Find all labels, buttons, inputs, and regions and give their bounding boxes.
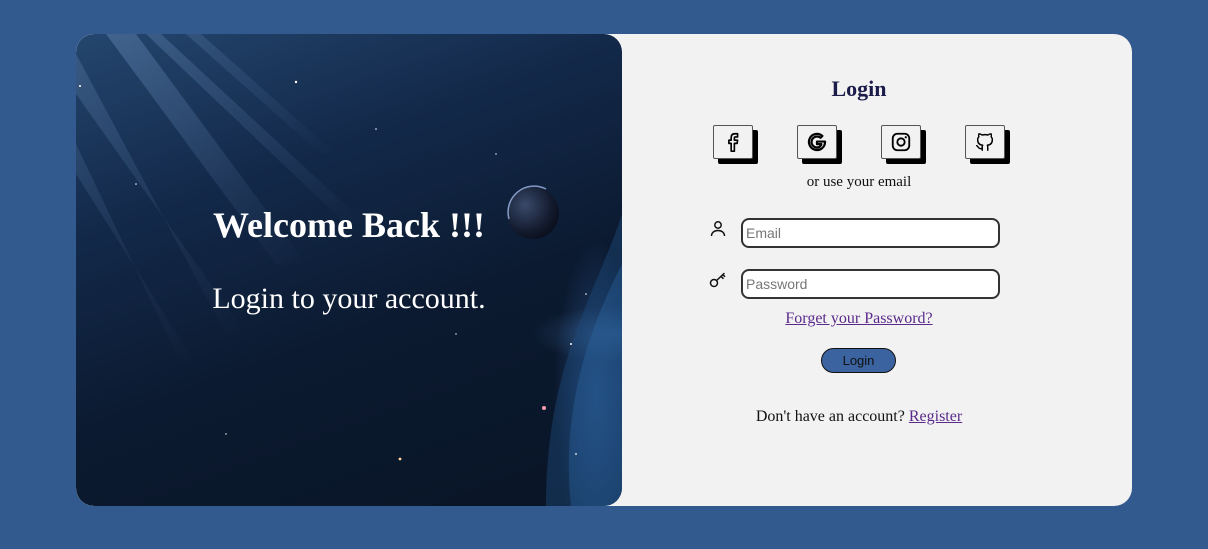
- register-prompt: Don't have an account? Register: [622, 408, 1096, 426]
- login-panel: Login or use your email Email Forget you…: [622, 34, 1132, 506]
- password-field[interactable]: [741, 269, 1000, 299]
- key-icon: [709, 272, 726, 288]
- user-icon: [710, 221, 726, 237]
- facebook-icon: [728, 132, 739, 152]
- login-title: Login: [831, 76, 887, 101]
- register-prompt-text: Don't have an account?: [755, 408, 905, 425]
- github-button[interactable]: [965, 125, 1005, 159]
- space-hero-image: Welcome Back !!! Login to your account.: [76, 34, 622, 506]
- google-button[interactable]: [797, 125, 837, 159]
- login-button[interactable]: Login: [821, 348, 896, 373]
- email-field[interactable]: [741, 218, 1000, 248]
- github-icon: [976, 133, 994, 151]
- space-background: [76, 34, 622, 506]
- welcome-heading: Welcome Back !!!: [213, 205, 485, 245]
- instagram-button[interactable]: [881, 125, 921, 159]
- google-icon: [807, 132, 827, 152]
- forget-password-link[interactable]: Forget your Password?: [622, 310, 1096, 328]
- login-card: Welcome Back !!! Login to your account. …: [76, 34, 1132, 506]
- instagram-icon: [891, 132, 911, 152]
- facebook-button[interactable]: [713, 125, 753, 159]
- register-link[interactable]: Register: [909, 408, 962, 425]
- or-use-email-text: or use your email: [806, 174, 912, 190]
- welcome-subtitle: Login to your account.: [212, 282, 486, 315]
